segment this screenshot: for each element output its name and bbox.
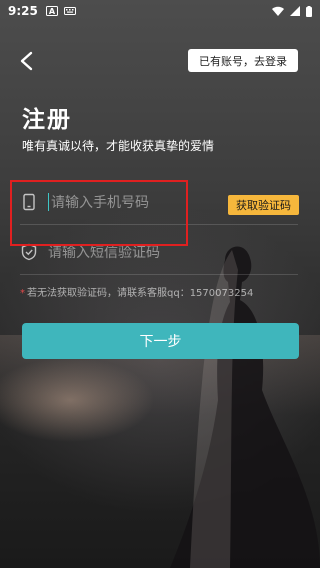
page-title: 注册 (22, 107, 72, 133)
help-contact-text: * 若无法获取验证码，请联系客服qq：1570073254 (20, 284, 253, 299)
status-bar: 9:25 A (0, 0, 320, 22)
get-verification-code-button[interactable]: 获取验证码 (228, 195, 299, 215)
go-to-login-button[interactable]: 已有账号，去登录 (188, 49, 298, 72)
signal-icon (290, 6, 300, 16)
next-step-button[interactable]: 下一步 (22, 323, 299, 359)
page-subtitle: 唯有真诚以待，才能收获真挚的爱情 (22, 139, 215, 153)
help-star: * (20, 288, 25, 299)
svg-text:A: A (49, 7, 56, 16)
status-time: 9:25 (8, 4, 38, 18)
keyboard-icon (63, 7, 76, 15)
wifi-icon (272, 6, 284, 16)
input-highlight-box (10, 180, 188, 246)
chevron-left-icon[interactable] (16, 50, 38, 72)
battery-icon (306, 5, 312, 17)
help-contact-label: 若无法获取验证码，请联系客服qq：1570073254 (27, 288, 254, 299)
a-notification-icon: A (45, 6, 58, 16)
